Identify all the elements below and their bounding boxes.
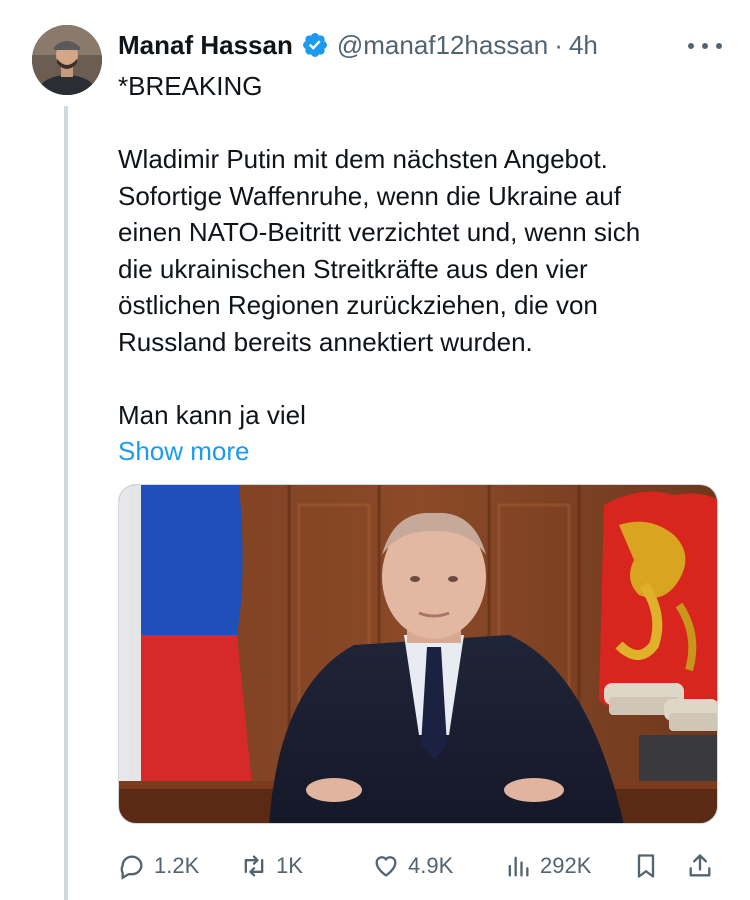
author-avatar[interactable] xyxy=(32,25,102,95)
tweet-line xyxy=(118,105,728,142)
tweet-media-image[interactable] xyxy=(118,484,718,824)
heart-icon xyxy=(375,856,397,877)
share-button[interactable] xyxy=(686,846,714,886)
author-handle[interactable]: @manaf12hassan xyxy=(337,30,548,61)
author-name[interactable]: Manaf Hassan xyxy=(118,30,293,61)
media-photo xyxy=(119,485,717,823)
tweet-line: die ukrainischen Streitkräfte aus den vi… xyxy=(118,253,588,284)
tweet-header: Manaf Hassan @manaf12hassan · 4h xyxy=(118,28,598,62)
verified-badge-icon xyxy=(301,31,329,59)
like-button[interactable]: 4.9K xyxy=(372,846,453,886)
tweet-text: *BREAKING Wladimir Putin mit dem nächste… xyxy=(118,68,728,470)
like-count: 4.9K xyxy=(408,853,454,878)
tweet-line xyxy=(118,360,728,397)
repost-count: 1K xyxy=(276,853,303,878)
thread-line xyxy=(64,106,68,900)
reply-count: 1.2K xyxy=(154,853,200,878)
tweet-line: Wladimir Putin mit dem nächsten Angebot. xyxy=(118,144,608,174)
views-icon xyxy=(508,856,529,877)
tweet-time[interactable]: 4h xyxy=(569,30,598,61)
views-button[interactable]: 292K xyxy=(504,846,591,886)
reply-button[interactable]: 1.2K xyxy=(118,846,199,886)
separator-dot: · xyxy=(554,29,563,60)
more-icon[interactable] xyxy=(688,36,722,56)
share-icon xyxy=(689,854,711,877)
tweet-line: östlichen Regionen zurückziehen, die von xyxy=(118,290,598,320)
reply-icon xyxy=(120,855,143,880)
tweet-line: Man kann ja viel xyxy=(118,399,306,430)
repost-icon xyxy=(244,855,264,877)
views-count: 292K xyxy=(540,853,592,878)
tweet-line: *BREAKING xyxy=(118,71,263,101)
tweet-line: Russland bereits annektiert wurden. xyxy=(118,326,533,357)
show-more-link[interactable]: Show more xyxy=(118,433,728,470)
tweet-line: Sofortige Waffenruhe, wenn die Ukraine a… xyxy=(118,180,621,211)
repost-button[interactable]: 1K xyxy=(240,846,303,886)
bookmark-button[interactable] xyxy=(632,846,660,886)
tweet-line: einen NATO-Beitritt verzichtet und, wenn… xyxy=(118,217,641,247)
avatar-image xyxy=(32,25,102,95)
tweet-actions: 1.2K 1K 4.9K 292K xyxy=(118,846,718,886)
bookmark-icon xyxy=(637,854,655,878)
